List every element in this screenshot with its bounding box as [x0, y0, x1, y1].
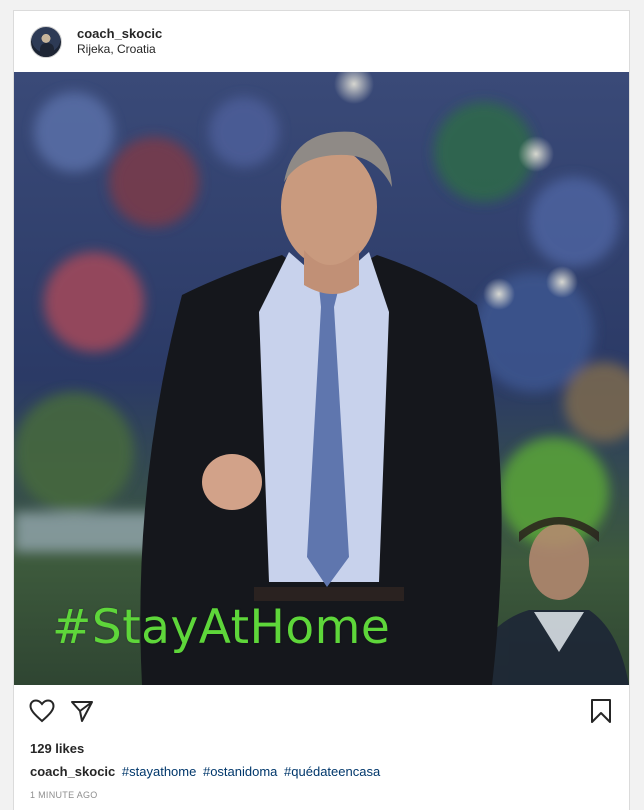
hashtag-link[interactable]: #ostanidoma [203, 764, 277, 779]
user-block: coach_skocic Rijeka, Croatia [77, 26, 162, 57]
save-button[interactable] [587, 697, 615, 725]
post-caption: coach_skocic #stayathome #ostanidoma #qu… [14, 763, 629, 781]
action-bar [14, 685, 629, 737]
avatar[interactable] [30, 25, 62, 58]
hashtag-link[interactable]: #stayathome [122, 764, 196, 779]
username-link[interactable]: coach_skocic [77, 26, 162, 42]
location-link[interactable]: Rijeka, Croatia [77, 42, 162, 57]
heart-icon [29, 699, 55, 723]
post-photo[interactable]: #StayAtHome [14, 72, 629, 685]
send-icon [71, 701, 93, 722]
caption-username[interactable]: coach_skocic [30, 764, 115, 779]
bookmark-icon [591, 699, 611, 723]
share-button[interactable] [68, 697, 96, 725]
hashtag-overlay-text: #StayAtHome [52, 600, 391, 655]
hashtag-link[interactable]: #quédateencasa [284, 764, 380, 779]
like-button[interactable] [28, 697, 56, 725]
post-header: coach_skocic Rijeka, Croatia [14, 11, 629, 72]
photo-illustration [14, 72, 629, 685]
likes-count[interactable]: 129 likes [14, 737, 629, 761]
post-timestamp[interactable]: 1 MINUTE AGO [14, 790, 629, 800]
instagram-post: coach_skocic Rijeka, Croatia #StayAtHome… [13, 10, 630, 810]
